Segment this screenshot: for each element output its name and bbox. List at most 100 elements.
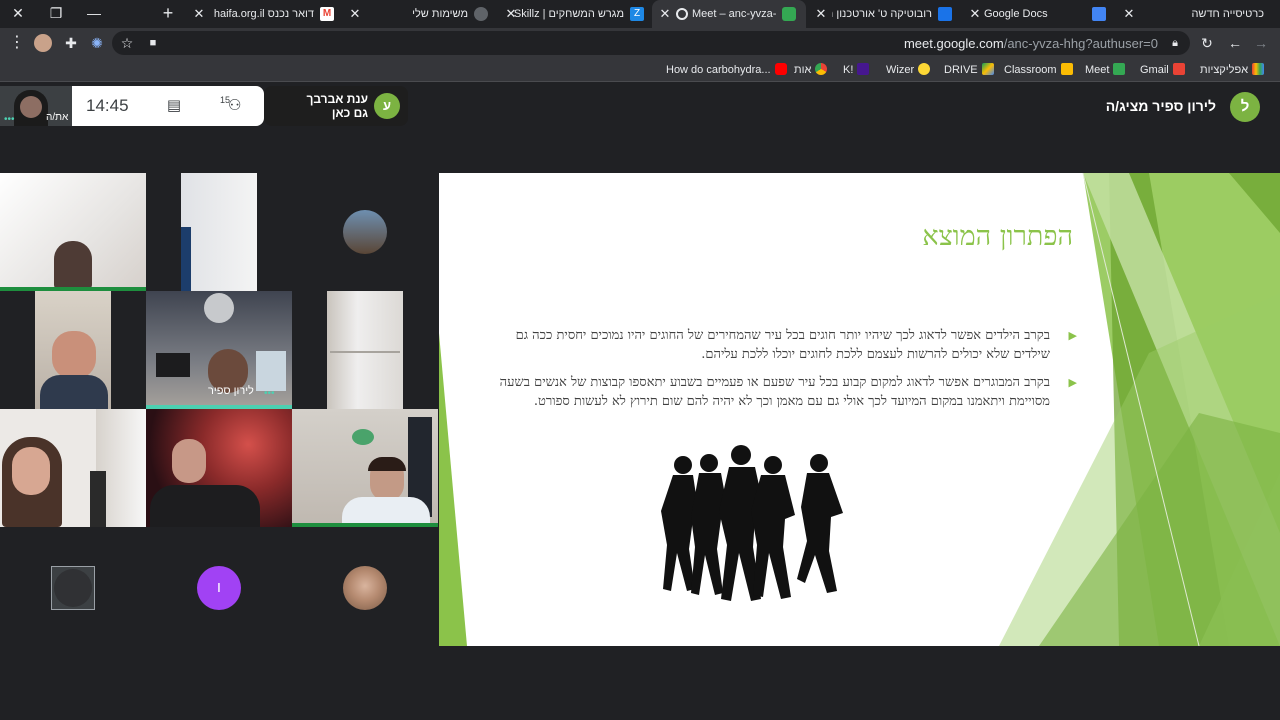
- close-icon[interactable]: ✕: [1122, 7, 1136, 21]
- close-icon[interactable]: ✕: [348, 7, 362, 21]
- restore-window-button[interactable]: ❐: [38, 0, 74, 28]
- forward-icon[interactable]: →: [1252, 34, 1270, 52]
- bookmark-youtube[interactable]: How do carbohydra...: [666, 62, 787, 78]
- tab-label: כרטיסייה חדשה: [1191, 8, 1264, 20]
- slide-title: הפתרון המוצא: [922, 221, 1073, 252]
- gmail-icon: [1172, 63, 1185, 75]
- bookmark-label: Meet: [1085, 64, 1110, 76]
- youtube-icon: [774, 63, 787, 75]
- bulb-icon: [918, 63, 931, 75]
- tab-label: דואר נכנס haifa.org.il: [213, 8, 314, 20]
- participant-shirt: [150, 485, 260, 527]
- bookmark-label: Wizer: [886, 64, 915, 76]
- menu-dots-icon[interactable]: ⋮: [8, 34, 26, 52]
- kahoot-icon: [857, 63, 870, 75]
- bookmark-ot[interactable]: אות: [794, 62, 828, 78]
- tab-new-tab[interactable]: ✕ כרטיסייה חדשה: [1116, 0, 1276, 28]
- participant-avatar: ו: [197, 566, 241, 610]
- participant-tile[interactable]: [292, 409, 438, 527]
- minimize-window-button[interactable]: —: [76, 0, 112, 28]
- participant-face: [52, 331, 96, 379]
- profile-avatar[interactable]: [34, 34, 52, 52]
- slide-corner-decoration: [439, 333, 467, 646]
- bookmark-apps[interactable]: אפליקציות: [1200, 62, 1265, 78]
- bookmark-meet[interactable]: Meet: [1085, 62, 1126, 78]
- slide-bullet: בקרב המבוגרים אפשר לדאוג למקום קבוע בכל …: [499, 375, 1050, 409]
- tab-label: רובוטיקה ט' אורטכנון ח: [832, 8, 932, 20]
- tab-label: מגרש המשחקים | Skillz: [513, 8, 624, 20]
- url-text: meet.google.com/anc-yvza-hhg?authuser=0: [904, 36, 1158, 51]
- participant-avatar: [343, 566, 387, 610]
- classroom-icon: [1060, 63, 1073, 75]
- video-feed: [181, 173, 257, 291]
- wall-decoration: [352, 429, 374, 445]
- video-shelf: [330, 351, 400, 353]
- participant-tile[interactable]: [0, 291, 146, 409]
- participant-tile-active-speaker[interactable]: לירון ספיר •••: [146, 291, 292, 409]
- tab-google-docs[interactable]: ✕ Google Docs: [962, 0, 1112, 28]
- participant-tile[interactable]: [292, 291, 438, 409]
- participant-tile[interactable]: [292, 527, 438, 645]
- lock-icon[interactable]: 🔒︎: [1166, 34, 1184, 52]
- close-icon[interactable]: ✕: [192, 7, 206, 21]
- camera-icon[interactable]: ■: [144, 34, 162, 52]
- bookmark-classroom[interactable]: Classroom: [1004, 62, 1073, 78]
- tab-skillz[interactable]: ✕ מגרש המשחקים | Skillz Z: [498, 0, 650, 28]
- globe-icon: [474, 7, 488, 21]
- slide-bullet: בקרב הילדים אפשר לדאוג לכך שיהיו יותר חו…: [515, 328, 1050, 362]
- self-view-tile[interactable]: ••• את/ה: [0, 86, 72, 126]
- participant-tile[interactable]: [0, 527, 146, 645]
- address-bar[interactable]: ☆ ■ meet.google.com/anc-yvza-hhg?authuse…: [112, 31, 1190, 55]
- bookmark-gmail[interactable]: Gmail: [1140, 62, 1185, 78]
- bookmark-label: Gmail: [1140, 64, 1169, 76]
- participant-face: [12, 447, 50, 495]
- video-feed: [327, 291, 403, 409]
- bookmark-kahoot[interactable]: K!: [843, 62, 870, 78]
- participant-tile[interactable]: [146, 173, 292, 291]
- avatar-placeholder: [54, 569, 92, 607]
- participant-tile[interactable]: [0, 173, 146, 291]
- extension-icon[interactable]: ✺: [88, 34, 106, 52]
- participant-face: [172, 439, 206, 483]
- bookmark-label: K!: [843, 64, 854, 76]
- ceiling-lamp: [204, 293, 234, 323]
- drive-icon: [981, 63, 994, 75]
- participant-tile[interactable]: [0, 409, 146, 527]
- new-tab-button[interactable]: +: [150, 0, 186, 28]
- chat-icon[interactable]: ▤: [164, 96, 184, 116]
- participant-tile[interactable]: [146, 409, 292, 527]
- chrome-icon: [815, 63, 828, 75]
- close-window-button[interactable]: ✕: [0, 0, 36, 28]
- bookmark-wizer[interactable]: Wizer: [886, 62, 931, 78]
- tab-tasks[interactable]: ✕ משימות שלי: [342, 0, 494, 28]
- video-door: [181, 227, 191, 291]
- people-icon[interactable]: 15 ⚇: [220, 95, 248, 116]
- runners-silhouette-image: [661, 445, 843, 601]
- bookmark-label: אות: [794, 64, 812, 76]
- joined-text: ענת אברבך גם כאן: [306, 92, 368, 120]
- tab-robotics[interactable]: ✕ רובוטיקה ט' אורטכנון ח: [808, 0, 958, 28]
- bookmark-drive[interactable]: DRIVE: [944, 62, 994, 78]
- bookmark-star-icon[interactable]: ☆: [118, 34, 136, 52]
- participant-tile[interactable]: [292, 173, 438, 291]
- classroom-icon: [938, 7, 952, 21]
- video-window: [256, 351, 286, 391]
- meeting-info-pill: 14:45 ▤ 15 ⚇: [72, 86, 264, 126]
- bullet-arrow-icon: ▶: [1068, 377, 1077, 389]
- close-icon[interactable]: ✕: [968, 7, 982, 21]
- participant-tile[interactable]: ו: [146, 527, 292, 645]
- recording-dot-icon: [676, 8, 688, 20]
- reload-icon[interactable]: ↻: [1198, 34, 1216, 52]
- docs-icon: [1092, 7, 1106, 21]
- close-icon[interactable]: ✕: [658, 7, 672, 21]
- background-tv: [156, 353, 190, 377]
- tab-gmail[interactable]: ✕ דואר נכנס haifa.org.il M: [186, 0, 340, 28]
- bookmark-label: Classroom: [1004, 64, 1057, 76]
- tab-meet[interactable]: ✕ Meet – anc-yvza-hhg: [652, 0, 806, 28]
- url-host: meet.google.com: [903, 36, 1004, 51]
- extensions-icon[interactable]: ✚: [62, 34, 80, 52]
- back-icon[interactable]: ←: [1226, 34, 1244, 52]
- presentation-slide: הפתרון המוצא ▶ בקרב הילדים אפשר לדאוג לכ…: [439, 173, 1280, 646]
- joined-notification: ענת אברבך גם כאן ע: [264, 86, 408, 126]
- close-icon[interactable]: ✕: [814, 7, 828, 21]
